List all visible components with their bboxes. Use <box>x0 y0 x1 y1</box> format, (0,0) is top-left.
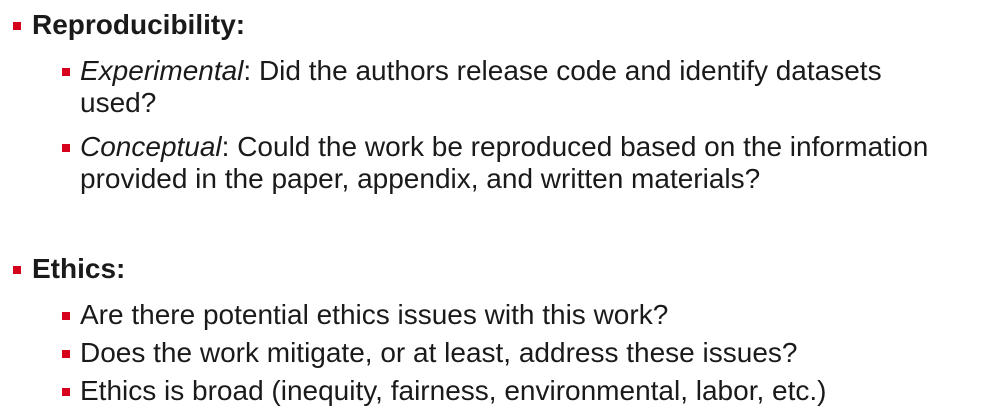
list-item-experimental: Experimental: Did the authors release co… <box>80 55 882 87</box>
bullet-marker <box>62 68 70 76</box>
list-item-conceptual: Conceptual: Could the work be reproduced… <box>80 131 928 163</box>
bullet-marker <box>13 22 21 30</box>
list-item-conceptual-cont: provided in the paper, appendix, and wri… <box>80 163 761 194</box>
item-text: : Could the work be reproduced based on … <box>221 131 929 162</box>
list-item-ethics-broad: Ethics is broad (inequity, fairness, env… <box>80 375 827 406</box>
bullet-marker <box>13 266 21 274</box>
slide-content: Reproducibility: Experimental: Did the a… <box>0 0 1002 417</box>
section-heading-ethics: Ethics: <box>32 253 126 284</box>
item-text: : Did the authors release code and ident… <box>243 55 882 86</box>
list-item-ethics-issues: Are there potential ethics issues with t… <box>80 299 669 330</box>
item-label: Experimental <box>80 55 244 86</box>
bullet-marker <box>62 144 70 152</box>
section-heading-reproducibility: Reproducibility: <box>32 9 246 40</box>
list-item-experimental-cont: used? <box>80 87 157 118</box>
list-item-ethics-mitigate: Does the work mitigate, or at least, add… <box>80 337 798 368</box>
bullet-marker <box>62 350 70 358</box>
bullet-marker <box>62 388 70 396</box>
item-label: Conceptual <box>80 131 222 162</box>
bullet-marker <box>62 312 70 320</box>
